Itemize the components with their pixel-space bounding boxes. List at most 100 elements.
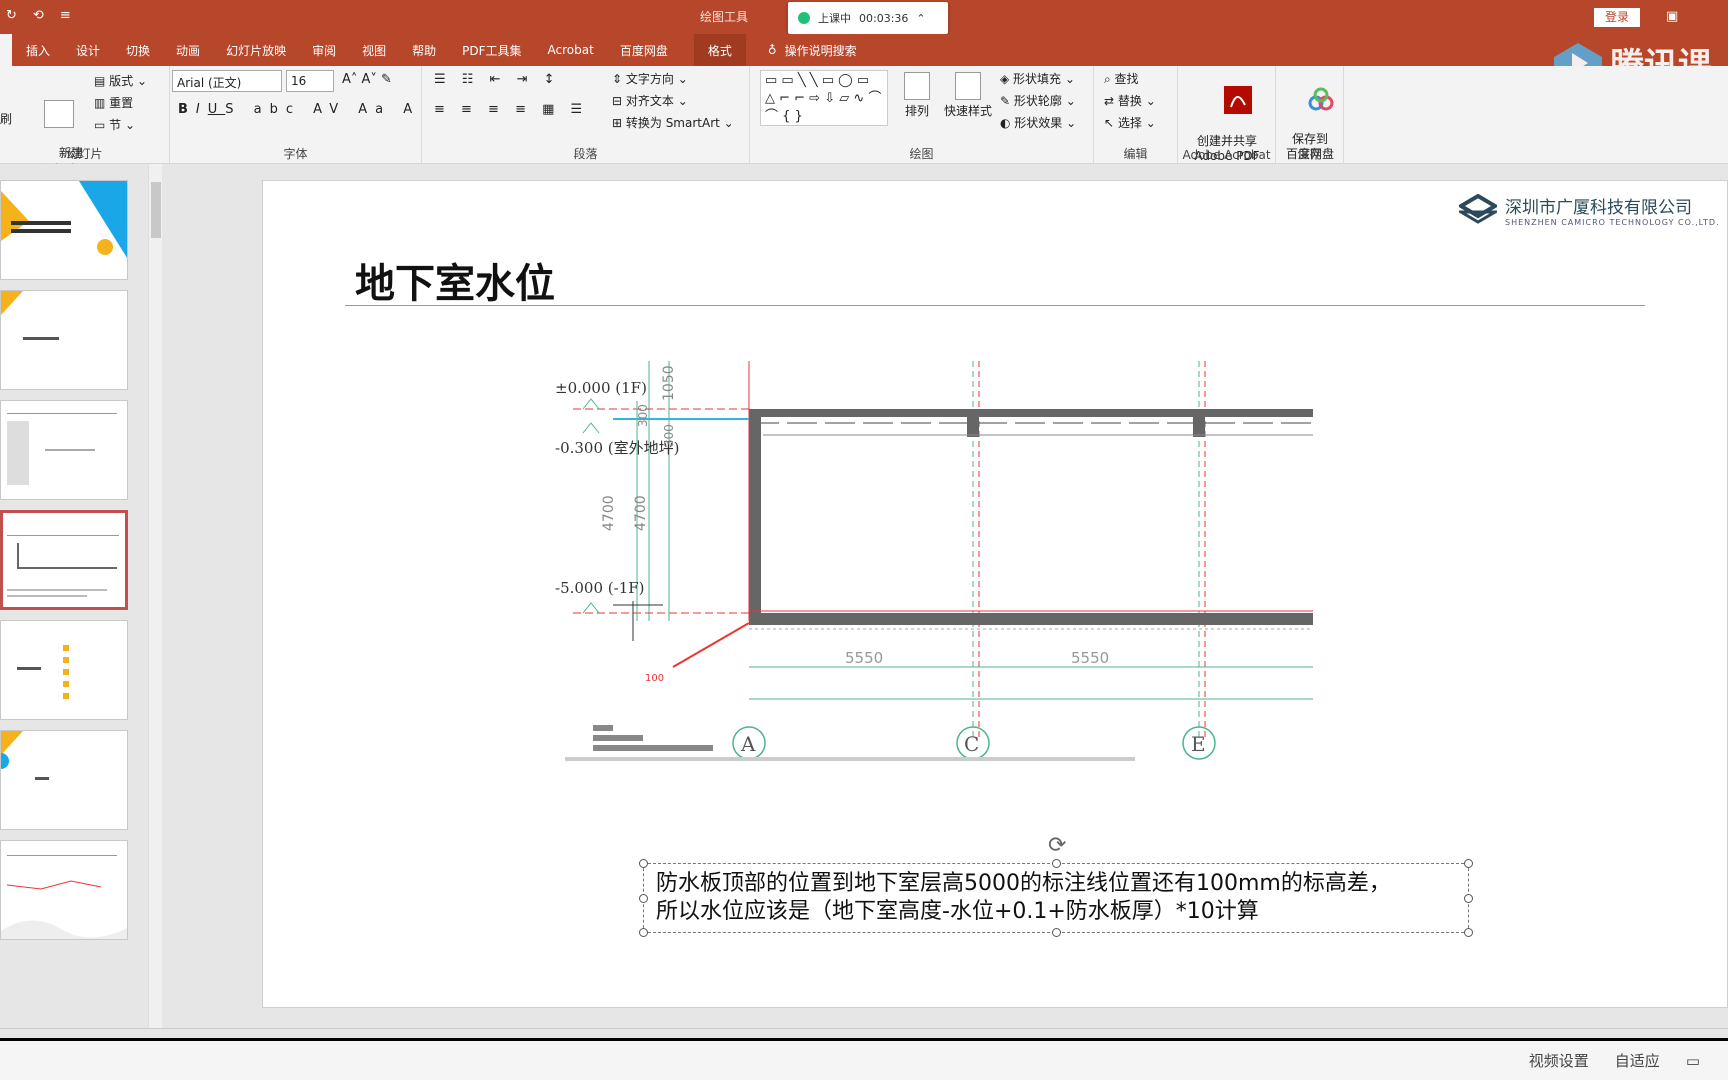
- resize-handle-r[interactable]: [1464, 894, 1473, 903]
- undo-icon[interactable]: ↻: [6, 8, 17, 23]
- replace-button[interactable]: ⇄ 替换 ⌄: [1104, 92, 1156, 109]
- tell-me-search[interactable]: ♁ 操作说明搜索: [768, 42, 857, 59]
- align-text-button[interactable]: ⊟ 对齐文本 ⌄: [612, 92, 688, 109]
- tab-design[interactable]: 设计: [76, 42, 100, 59]
- company-logo: 深圳市广厦科技有限公司 SHENZHEN CAMICRO TECHNOLOGY …: [1459, 193, 1720, 227]
- arrange-icon: [904, 72, 930, 100]
- dim-span-2: 5550: [1071, 649, 1109, 667]
- clipboard-partial-icon[interactable]: 刷: [0, 110, 12, 127]
- find-button[interactable]: ⌕ 查找: [1104, 70, 1139, 87]
- present-icon[interactable]: ⟲: [33, 8, 44, 23]
- layout-button[interactable]: ▤ 版式 ⌄: [94, 72, 147, 89]
- font-family-select[interactable]: Arial (正文): [172, 70, 282, 92]
- baidu-cloud-icon: [1308, 87, 1334, 111]
- tab-view[interactable]: 视图: [362, 42, 386, 59]
- resize-handle-br[interactable]: [1464, 928, 1473, 937]
- tab-insert[interactable]: 插入: [26, 42, 50, 59]
- fullscreen-icon[interactable]: ▭: [1686, 1052, 1700, 1070]
- login-button[interactable]: 登录: [1594, 8, 1640, 27]
- chevron-up-icon[interactable]: ⌃: [916, 12, 925, 25]
- tab-review[interactable]: 审阅: [312, 42, 336, 59]
- slide-thumbnail-2[interactable]: [0, 290, 128, 390]
- resize-handle-l[interactable]: [639, 894, 648, 903]
- dim-4700-b: 4700: [633, 495, 649, 531]
- shapes-gallery[interactable]: ▭ ▭ ╲ ╲ ▭ ◯ ▭ △ ⌐ ⌐ ⇨ ⇩ ▱ ∿ ⌒ ⌒ { }: [760, 70, 888, 126]
- adaptive-button[interactable]: 自适应: [1615, 1050, 1660, 1071]
- slide-thumbnail-7[interactable]: [0, 840, 128, 940]
- axis-a-label: A: [740, 732, 756, 756]
- shape-fill-button[interactable]: ◈ 形状填充 ⌄: [1000, 70, 1075, 87]
- shape-outline-button[interactable]: ✎ 形状轮廓 ⌄: [1000, 92, 1076, 109]
- dim-4700-a: 4700: [601, 495, 617, 531]
- align-buttons[interactable]: ≡ ≡ ≡ ≡ ▦ ☰: [434, 102, 588, 117]
- company-name-en: SHENZHEN CAMICRO TECHNOLOGY CO.,LTD.: [1505, 218, 1720, 227]
- resize-handle-b[interactable]: [1052, 928, 1061, 937]
- resize-handle-tr[interactable]: [1464, 859, 1473, 868]
- context-tab-group: 绘图工具: [700, 10, 749, 24]
- group-font-label: 字体: [283, 147, 308, 161]
- tab-pdf-tools[interactable]: PDF工具集: [462, 42, 521, 59]
- textbox-line-2[interactable]: 所以水位应该是（地下室高度-水位+0.1+防水板厚）*10计算: [656, 898, 1456, 926]
- dim-300-a: 300: [636, 404, 650, 427]
- slide-canvas[interactable]: 深圳市广厦科技有限公司 SHENZHEN CAMICRO TECHNOLOGY …: [262, 180, 1728, 1008]
- text-direction-button[interactable]: ⇕ 文字方向 ⌄: [612, 70, 688, 87]
- resize-handle-bl[interactable]: [639, 928, 648, 937]
- quick-styles-icon: [955, 72, 981, 100]
- textbox-line-1[interactable]: 防水板顶部的位置到地下室层高5000的标注线位置还有100mm的标高差，: [656, 870, 1456, 898]
- tab-home-partial[interactable]: [0, 34, 12, 66]
- group-save: 保存到 百度网盘 保存: [1276, 66, 1344, 164]
- shape-effects-button[interactable]: ◐ 形状效果 ⌄: [1000, 114, 1076, 131]
- reset-button[interactable]: ▥ 重置: [94, 94, 133, 111]
- group-acrobat: 创建并共享 Adobe PDF Adobe Acrobat: [1178, 66, 1276, 164]
- tab-acrobat[interactable]: Acrobat: [548, 43, 594, 57]
- slide-thumbnail-1[interactable]: [0, 180, 128, 280]
- arrange-button[interactable]: 排列: [904, 72, 930, 119]
- tab-transitions[interactable]: 切换: [126, 42, 150, 59]
- slide-title[interactable]: 地下室水位: [355, 251, 555, 309]
- select-button[interactable]: ↖ 选择 ⌄: [1104, 114, 1156, 131]
- tab-slideshow[interactable]: 幻灯片放映: [226, 42, 286, 59]
- resize-handle-t[interactable]: [1052, 859, 1061, 868]
- level-outdoor-label: -0.300 (室外地坪): [555, 439, 679, 457]
- cad-section-drawing[interactable]: ±0.000 (1F) -0.300 (室外地坪) -5.000 (-1F) 1…: [553, 361, 1313, 791]
- tab-animations[interactable]: 动画: [176, 42, 200, 59]
- dim-span-1: 5550: [845, 649, 883, 667]
- font-grow-shrink-icons[interactable]: A˄ A˅ ✎: [342, 72, 392, 87]
- tab-baidu[interactable]: 百度网盘: [620, 42, 668, 59]
- title-divider: [345, 305, 1645, 306]
- smartart-button[interactable]: ⊞ 转换为 SmartArt ⌄: [612, 114, 734, 131]
- lightbulb-icon: ♁: [767, 43, 777, 57]
- customize-icon[interactable]: ≡: [60, 8, 71, 23]
- slide-thumbnail-3[interactable]: [0, 400, 128, 500]
- scrollbar-thumb[interactable]: [151, 182, 161, 238]
- slide-thumbnail-6[interactable]: [0, 730, 128, 830]
- font-format-buttons[interactable]: BIUS abc AV Aa A: [178, 102, 420, 117]
- rotate-handle-icon[interactable]: ⟳: [1048, 833, 1066, 858]
- new-slide-icon: [44, 100, 75, 128]
- tab-format[interactable]: 格式: [693, 33, 746, 67]
- slide-thumbnail-4-selected[interactable]: [0, 510, 128, 610]
- group-slides-label: 幻灯片: [66, 147, 103, 161]
- ribbon-display-icon[interactable]: ▣: [1666, 9, 1678, 24]
- selected-textbox[interactable]: 防水板顶部的位置到地下室层高5000的标注线位置还有100mm的标高差， 所以水…: [639, 859, 1473, 937]
- dim-1050: 1050: [661, 365, 677, 401]
- group-drawing-label: 绘图: [909, 147, 934, 161]
- list-buttons[interactable]: ☰ ☷ ⇤ ⇥ ↕: [434, 72, 561, 87]
- group-paragraph: ☰ ☷ ⇤ ⇥ ↕ ≡ ≡ ≡ ≡ ▦ ☰ ⇕ 文字方向 ⌄ ⊟ 对齐文本 ⌄ …: [422, 66, 750, 164]
- group-paragraph-label: 段落: [573, 147, 598, 161]
- quick-access-toolbar: ↻ ⟲ ≡: [6, 8, 71, 23]
- tab-help[interactable]: 帮助: [412, 42, 436, 59]
- axis-c-label: C: [964, 732, 979, 756]
- company-name-cn: 深圳市广厦科技有限公司: [1505, 198, 1692, 218]
- quick-styles-button[interactable]: 快速样式: [944, 72, 992, 119]
- note-100: 100: [645, 673, 664, 684]
- font-size-select[interactable]: 16: [286, 70, 334, 92]
- resize-handle-tl[interactable]: [639, 859, 648, 868]
- video-settings-button[interactable]: 视频设置: [1529, 1050, 1589, 1071]
- axis-e-label: E: [1191, 732, 1206, 756]
- thumbnail-scrollbar[interactable]: [148, 164, 162, 1028]
- slide-thumbnail-5[interactable]: [0, 620, 128, 720]
- section-button[interactable]: ▭ 节 ⌄: [94, 116, 135, 133]
- create-pdf-button[interactable]: 创建并共享 Adobe PDF: [1182, 70, 1272, 179]
- recording-indicator[interactable]: 上课中 00:03:36 ⌃: [788, 2, 948, 34]
